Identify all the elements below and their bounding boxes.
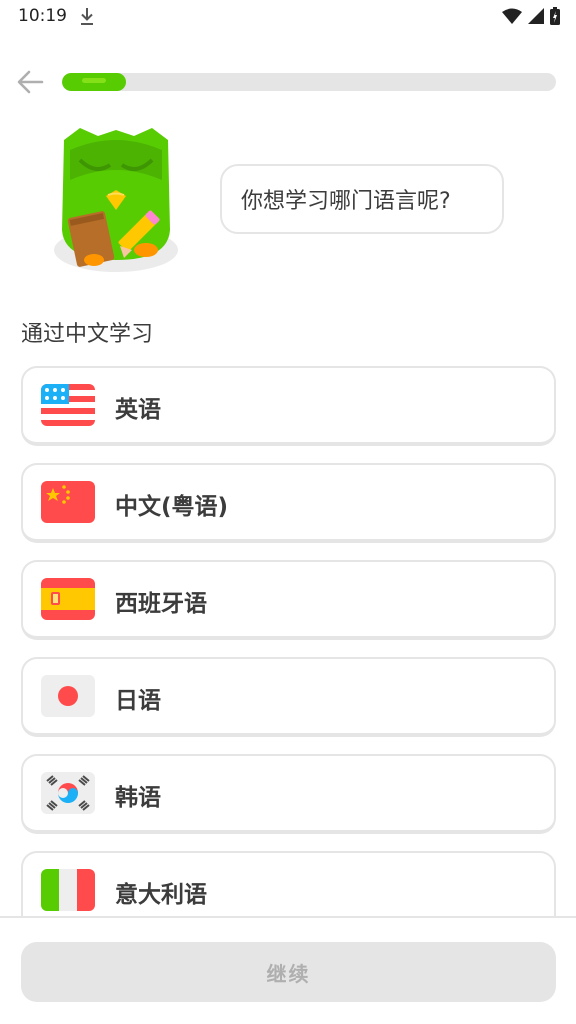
language-label: 韩语 bbox=[115, 785, 161, 811]
back-button[interactable] bbox=[12, 64, 48, 100]
language-label: 英语 bbox=[115, 397, 161, 423]
language-option-japanese[interactable]: 日语 bbox=[21, 657, 556, 737]
speech-bubble: 你想学习哪门语言呢? bbox=[220, 164, 504, 234]
status-icons bbox=[502, 7, 560, 29]
language-option-spanish[interactable]: 西班牙语 bbox=[21, 560, 556, 640]
italy-flag-icon bbox=[41, 869, 95, 911]
progress-highlight bbox=[82, 78, 106, 83]
korea-flag-icon bbox=[41, 772, 95, 814]
language-label: 日语 bbox=[115, 688, 161, 714]
language-option-cantonese[interactable]: 中文(粤语) bbox=[21, 463, 556, 543]
continue-button[interactable]: 继续 bbox=[21, 942, 556, 1002]
language-label: 中文(粤语) bbox=[115, 494, 229, 520]
signal-icon bbox=[528, 8, 544, 28]
language-label: 西班牙语 bbox=[115, 591, 207, 617]
battery-icon bbox=[550, 7, 560, 29]
us-flag-icon bbox=[41, 384, 95, 426]
status-bar: 10:19 bbox=[0, 0, 576, 34]
status-time: 10:19 bbox=[18, 6, 67, 26]
japan-flag-icon bbox=[41, 675, 95, 717]
language-list: 英语 中文(粤语) 西班牙语 日语 韩语 意大利语 bbox=[21, 366, 556, 916]
language-label: 意大利语 bbox=[115, 882, 207, 908]
arrow-left-icon bbox=[17, 70, 44, 94]
download-icon bbox=[78, 5, 96, 31]
speech-text: 你想学习哪门语言呢? bbox=[241, 189, 451, 214]
owl-mascot bbox=[50, 120, 182, 280]
top-bar bbox=[0, 60, 576, 104]
footer-divider bbox=[0, 916, 576, 918]
spain-flag-icon bbox=[41, 578, 95, 620]
section-title: 通过中文学习 bbox=[21, 322, 154, 347]
progress-bar bbox=[62, 73, 556, 91]
language-option-korean[interactable]: 韩语 bbox=[21, 754, 556, 834]
wifi-icon bbox=[502, 8, 522, 28]
language-option-italian[interactable]: 意大利语 bbox=[21, 851, 556, 916]
china-flag-icon bbox=[41, 481, 95, 523]
language-option-english[interactable]: 英语 bbox=[21, 366, 556, 446]
